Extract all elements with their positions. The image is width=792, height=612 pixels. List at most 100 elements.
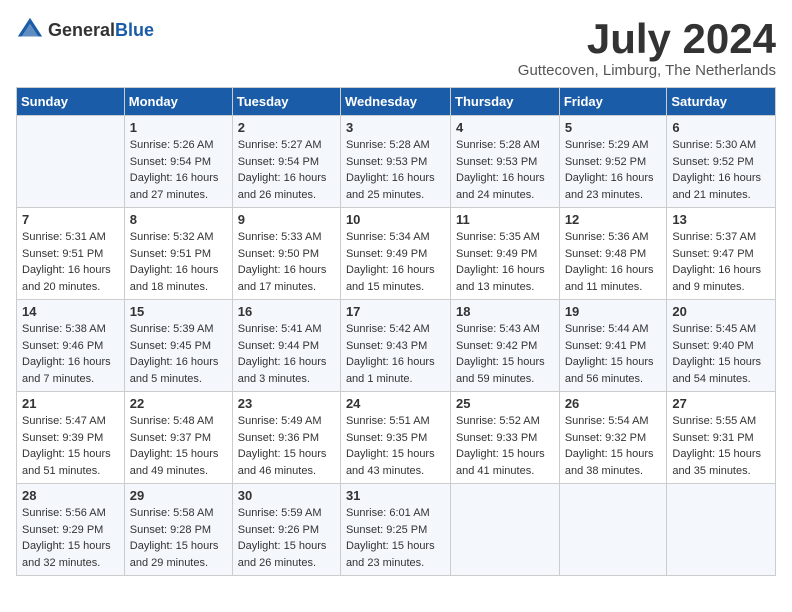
- logo-icon: [16, 16, 44, 44]
- day-info: Sunrise: 5:32 AMSunset: 9:51 PMDaylight:…: [130, 229, 227, 295]
- month-title: July 2024: [518, 16, 776, 62]
- day-number: 7: [22, 212, 119, 227]
- day-number: 25: [456, 396, 554, 411]
- day-info: Sunrise: 5:39 AMSunset: 9:45 PMDaylight:…: [130, 321, 227, 387]
- day-info: Sunrise: 5:41 AMSunset: 9:44 PMDaylight:…: [238, 321, 335, 387]
- calendar-cell: [667, 484, 776, 576]
- day-info: Sunrise: 5:35 AMSunset: 9:49 PMDaylight:…: [456, 229, 554, 295]
- day-info: Sunrise: 5:44 AMSunset: 9:41 PMDaylight:…: [565, 321, 662, 387]
- day-info: Sunrise: 5:27 AMSunset: 9:54 PMDaylight:…: [238, 137, 335, 203]
- day-info: Sunrise: 5:26 AMSunset: 9:54 PMDaylight:…: [130, 137, 227, 203]
- day-info: Sunrise: 6:01 AMSunset: 9:25 PMDaylight:…: [346, 505, 445, 571]
- column-header-monday: Monday: [124, 88, 232, 116]
- title-block: July 2024 Guttecoven, Limburg, The Nethe…: [518, 16, 776, 79]
- day-number: 8: [130, 212, 227, 227]
- day-number: 12: [565, 212, 662, 227]
- calendar-cell: 12 Sunrise: 5:36 AMSunset: 9:48 PMDayligh…: [559, 208, 667, 300]
- calendar-cell: 20Sunrise: 5:45 AMSunset: 9:40 PMDayligh…: [667, 300, 776, 392]
- calendar-cell: 15 Sunrise: 5:39 AMSunset: 9:45 PMDayligh…: [124, 300, 232, 392]
- calendar-cell: 16 Sunrise: 5:41 AMSunset: 9:44 PMDayligh…: [232, 300, 340, 392]
- calendar-table: SundayMondayTuesdayWednesdayThursdayFrid…: [16, 87, 776, 576]
- logo: GeneralBlue: [16, 16, 154, 44]
- day-number: 15: [130, 304, 227, 319]
- calendar-cell: 30 Sunrise: 5:59 AMSunset: 9:26 PMDayligh…: [232, 484, 340, 576]
- day-number: 24: [346, 396, 445, 411]
- calendar-cell: 6 Sunrise: 5:30 AMSunset: 9:52 PMDaylight…: [667, 116, 776, 208]
- calendar-cell: 27Sunrise: 5:55 AMSunset: 9:31 PMDayligh…: [667, 392, 776, 484]
- calendar-cell: 3 Sunrise: 5:28 AMSunset: 9:53 PMDaylight…: [340, 116, 450, 208]
- day-info: Sunrise: 5:28 AMSunset: 9:53 PMDaylight:…: [346, 137, 445, 203]
- day-number: 23: [238, 396, 335, 411]
- column-header-sunday: Sunday: [17, 88, 125, 116]
- day-info: Sunrise: 5:33 AMSunset: 9:50 PMDaylight:…: [238, 229, 335, 295]
- calendar-week-row: 7Sunrise: 5:31 AMSunset: 9:51 PMDaylight…: [17, 208, 776, 300]
- day-info: Sunrise: 5:28 AMSunset: 9:53 PMDaylight:…: [456, 137, 554, 203]
- day-info: Sunrise: 5:34 AMSunset: 9:49 PMDaylight:…: [346, 229, 445, 295]
- day-number: 27: [672, 396, 770, 411]
- calendar-cell: 22 Sunrise: 5:48 AMSunset: 9:37 PMDayligh…: [124, 392, 232, 484]
- column-header-wednesday: Wednesday: [340, 88, 450, 116]
- calendar-cell: 8 Sunrise: 5:32 AMSunset: 9:51 PMDaylight…: [124, 208, 232, 300]
- calendar-cell: 4 Sunrise: 5:28 AMSunset: 9:53 PMDaylight…: [451, 116, 560, 208]
- day-info: Sunrise: 5:52 AMSunset: 9:33 PMDaylight:…: [456, 413, 554, 479]
- day-info: Sunrise: 5:59 AMSunset: 9:26 PMDaylight:…: [238, 505, 335, 571]
- day-number: 5: [565, 120, 662, 135]
- calendar-cell: 26 Sunrise: 5:54 AMSunset: 9:32 PMDayligh…: [559, 392, 667, 484]
- day-number: 16: [238, 304, 335, 319]
- day-number: 22: [130, 396, 227, 411]
- logo-text-blue: Blue: [115, 20, 154, 40]
- day-info: Sunrise: 5:58 AMSunset: 9:28 PMDaylight:…: [130, 505, 227, 571]
- calendar-cell: 23 Sunrise: 5:49 AMSunset: 9:36 PMDayligh…: [232, 392, 340, 484]
- calendar-cell: 11 Sunrise: 5:35 AMSunset: 9:49 PMDayligh…: [451, 208, 560, 300]
- day-number: 13: [672, 212, 770, 227]
- calendar-cell: 29 Sunrise: 5:58 AMSunset: 9:28 PMDayligh…: [124, 484, 232, 576]
- calendar-cell: 9Sunrise: 5:33 AMSunset: 9:50 PMDaylight…: [232, 208, 340, 300]
- calendar-cell: 21 Sunrise: 5:47 AMSunset: 9:39 PMDayligh…: [17, 392, 125, 484]
- day-number: 18: [456, 304, 554, 319]
- calendar-cell: [17, 116, 125, 208]
- day-number: 19: [565, 304, 662, 319]
- day-number: 1: [130, 120, 227, 135]
- day-number: 10: [346, 212, 445, 227]
- day-info: Sunrise: 5:47 AMSunset: 9:39 PMDaylight:…: [22, 413, 119, 479]
- day-number: 6: [672, 120, 770, 135]
- calendar-cell: [451, 484, 560, 576]
- calendar-cell: 2 Sunrise: 5:27 AMSunset: 9:54 PMDaylight…: [232, 116, 340, 208]
- calendar-cell: 24Sunrise: 5:51 AMSunset: 9:35 PMDayligh…: [340, 392, 450, 484]
- day-number: 26: [565, 396, 662, 411]
- calendar-week-row: 14Sunrise: 5:38 AMSunset: 9:46 PMDayligh…: [17, 300, 776, 392]
- page-header: GeneralBlue July 2024 Guttecoven, Limbur…: [16, 16, 776, 79]
- day-info: Sunrise: 5:30 AMSunset: 9:52 PMDaylight:…: [672, 137, 770, 203]
- day-number: 29: [130, 488, 227, 503]
- day-number: 3: [346, 120, 445, 135]
- day-number: 31: [346, 488, 445, 503]
- day-number: 30: [238, 488, 335, 503]
- calendar-cell: 13Sunrise: 5:37 AMSunset: 9:47 PMDayligh…: [667, 208, 776, 300]
- column-header-friday: Friday: [559, 88, 667, 116]
- day-number: 2: [238, 120, 335, 135]
- day-number: 28: [22, 488, 119, 503]
- column-header-tuesday: Tuesday: [232, 88, 340, 116]
- day-number: 14: [22, 304, 119, 319]
- day-info: Sunrise: 5:56 AMSunset: 9:29 PMDaylight:…: [22, 505, 119, 571]
- day-number: 4: [456, 120, 554, 135]
- day-number: 21: [22, 396, 119, 411]
- calendar-cell: 7Sunrise: 5:31 AMSunset: 9:51 PMDaylight…: [17, 208, 125, 300]
- location: Guttecoven, Limburg, The Netherlands: [518, 62, 776, 79]
- day-info: Sunrise: 5:29 AMSunset: 9:52 PMDaylight:…: [565, 137, 662, 203]
- day-info: Sunrise: 5:36 AMSunset: 9:48 PMDaylight:…: [565, 229, 662, 295]
- day-number: 11: [456, 212, 554, 227]
- calendar-cell: 5 Sunrise: 5:29 AMSunset: 9:52 PMDaylight…: [559, 116, 667, 208]
- calendar-cell: 28 Sunrise: 5:56 AMSunset: 9:29 PMDayligh…: [17, 484, 125, 576]
- column-header-thursday: Thursday: [451, 88, 560, 116]
- day-info: Sunrise: 5:43 AMSunset: 9:42 PMDaylight:…: [456, 321, 554, 387]
- day-info: Sunrise: 5:54 AMSunset: 9:32 PMDaylight:…: [565, 413, 662, 479]
- day-number: 20: [672, 304, 770, 319]
- calendar-header-row: SundayMondayTuesdayWednesdayThursdayFrid…: [17, 88, 776, 116]
- day-info: Sunrise: 5:49 AMSunset: 9:36 PMDaylight:…: [238, 413, 335, 479]
- day-info: Sunrise: 5:48 AMSunset: 9:37 PMDaylight:…: [130, 413, 227, 479]
- calendar-cell: 17Sunrise: 5:42 AMSunset: 9:43 PMDayligh…: [340, 300, 450, 392]
- calendar-cell: 25 Sunrise: 5:52 AMSunset: 9:33 PMDayligh…: [451, 392, 560, 484]
- calendar-cell: [559, 484, 667, 576]
- day-info: Sunrise: 5:42 AMSunset: 9:43 PMDaylight:…: [346, 321, 445, 387]
